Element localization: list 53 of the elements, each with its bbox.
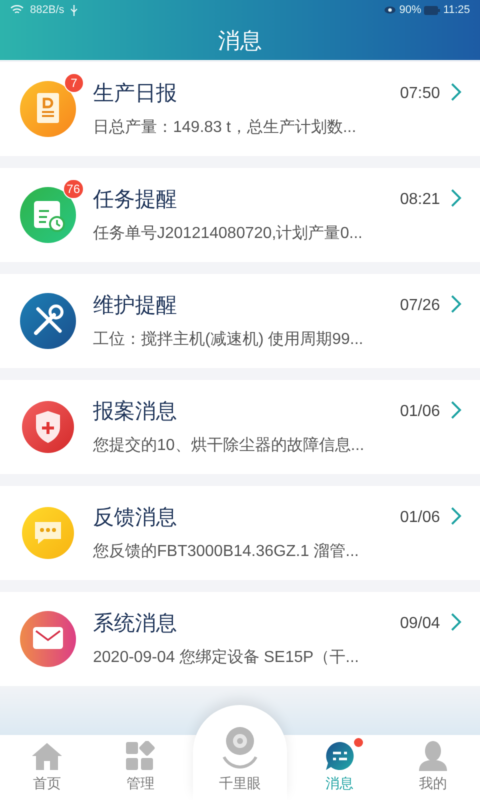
message-title: 任务提醒 xyxy=(93,187,177,214)
page-title: 消息 xyxy=(218,26,262,54)
message-time: 09/04 xyxy=(400,614,440,634)
clock-time: 11:25 xyxy=(443,2,470,18)
message-row[interactable]: 反馈消息 01/06 您反馈的FBT3000B14.36GZ.1 溜管... xyxy=(0,486,480,580)
webcam-icon xyxy=(220,725,260,771)
message-row[interactable]: 维护提醒 07/26 工位：搅拌主机(减速机) 使用周期99... xyxy=(0,274,480,368)
shield-icon xyxy=(20,399,76,455)
chevron-right-icon xyxy=(450,400,462,420)
message-row[interactable]: 系统消息 09/04 2020-09-04 您绑定设备 SE15P（干... xyxy=(0,592,480,686)
message-time: 01/06 xyxy=(400,402,440,422)
nav-tab[interactable]: 千里眼 xyxy=(193,705,287,800)
message-preview: 您反馈的FBT3000B14.36GZ.1 溜管... xyxy=(93,542,360,562)
message-title: 生产日报 xyxy=(93,81,177,108)
chevron-right-icon xyxy=(450,294,462,314)
grid-icon xyxy=(125,741,156,771)
message-time: 01/06 xyxy=(400,508,440,528)
chevron-right-icon xyxy=(450,188,462,208)
eye-icon xyxy=(384,5,396,15)
message-title: 反馈消息 xyxy=(93,505,177,532)
chevron-right-icon xyxy=(450,612,462,632)
message-preview: 您提交的10、烘干除尘器的故障信息... xyxy=(93,436,366,456)
envelope-icon xyxy=(20,611,76,667)
message-preview: 任务单号J201214080720,计划产量0... xyxy=(93,224,364,244)
tools-icon xyxy=(20,293,76,349)
chevron-right-icon xyxy=(450,82,462,102)
chevron-right-icon xyxy=(450,506,462,526)
message-row[interactable]: 76 任务提醒 08:21 任务单号J201214080720,计划产量0... xyxy=(0,168,480,262)
nav-tab[interactable]: 我的 xyxy=(386,735,480,800)
message-time: 08:21 xyxy=(400,190,440,210)
chat-bubble-icon xyxy=(20,505,76,561)
message-preview: 2020-09-04 您绑定设备 SE15P（干... xyxy=(93,648,360,668)
network-speed: 882B/s xyxy=(30,2,64,18)
person-icon xyxy=(419,741,448,771)
unread-badge: 76 xyxy=(62,179,84,199)
message-title: 报案消息 xyxy=(93,399,177,426)
usb-icon xyxy=(70,4,78,16)
message-preview: 工位：搅拌主机(减速机) 使用周期99... xyxy=(93,330,364,350)
message-title: 系统消息 xyxy=(93,611,177,638)
home-icon xyxy=(30,741,63,771)
battery-percent: 90% xyxy=(399,2,422,18)
message-row[interactable]: 7 生产日报 07:50 日总产量：149.83 t，总生产计划数... xyxy=(0,62,480,156)
chat-icon xyxy=(324,741,355,771)
message-time: 07/26 xyxy=(400,296,440,316)
message-row[interactable]: 报案消息 01/06 您提交的10、烘干除尘器的故障信息... xyxy=(0,380,480,474)
message-preview: 日总产量：149.83 t，总生产计划数... xyxy=(93,118,358,138)
nav-tab[interactable]: 首页 xyxy=(0,735,94,800)
unread-badge: 7 xyxy=(64,73,84,93)
message-time: 07:50 xyxy=(400,84,440,104)
battery-icon xyxy=(424,6,440,14)
wifi-icon xyxy=(10,5,24,15)
message-title: 维护提醒 xyxy=(93,293,177,320)
nav-tab[interactable]: 管理 xyxy=(94,735,188,800)
